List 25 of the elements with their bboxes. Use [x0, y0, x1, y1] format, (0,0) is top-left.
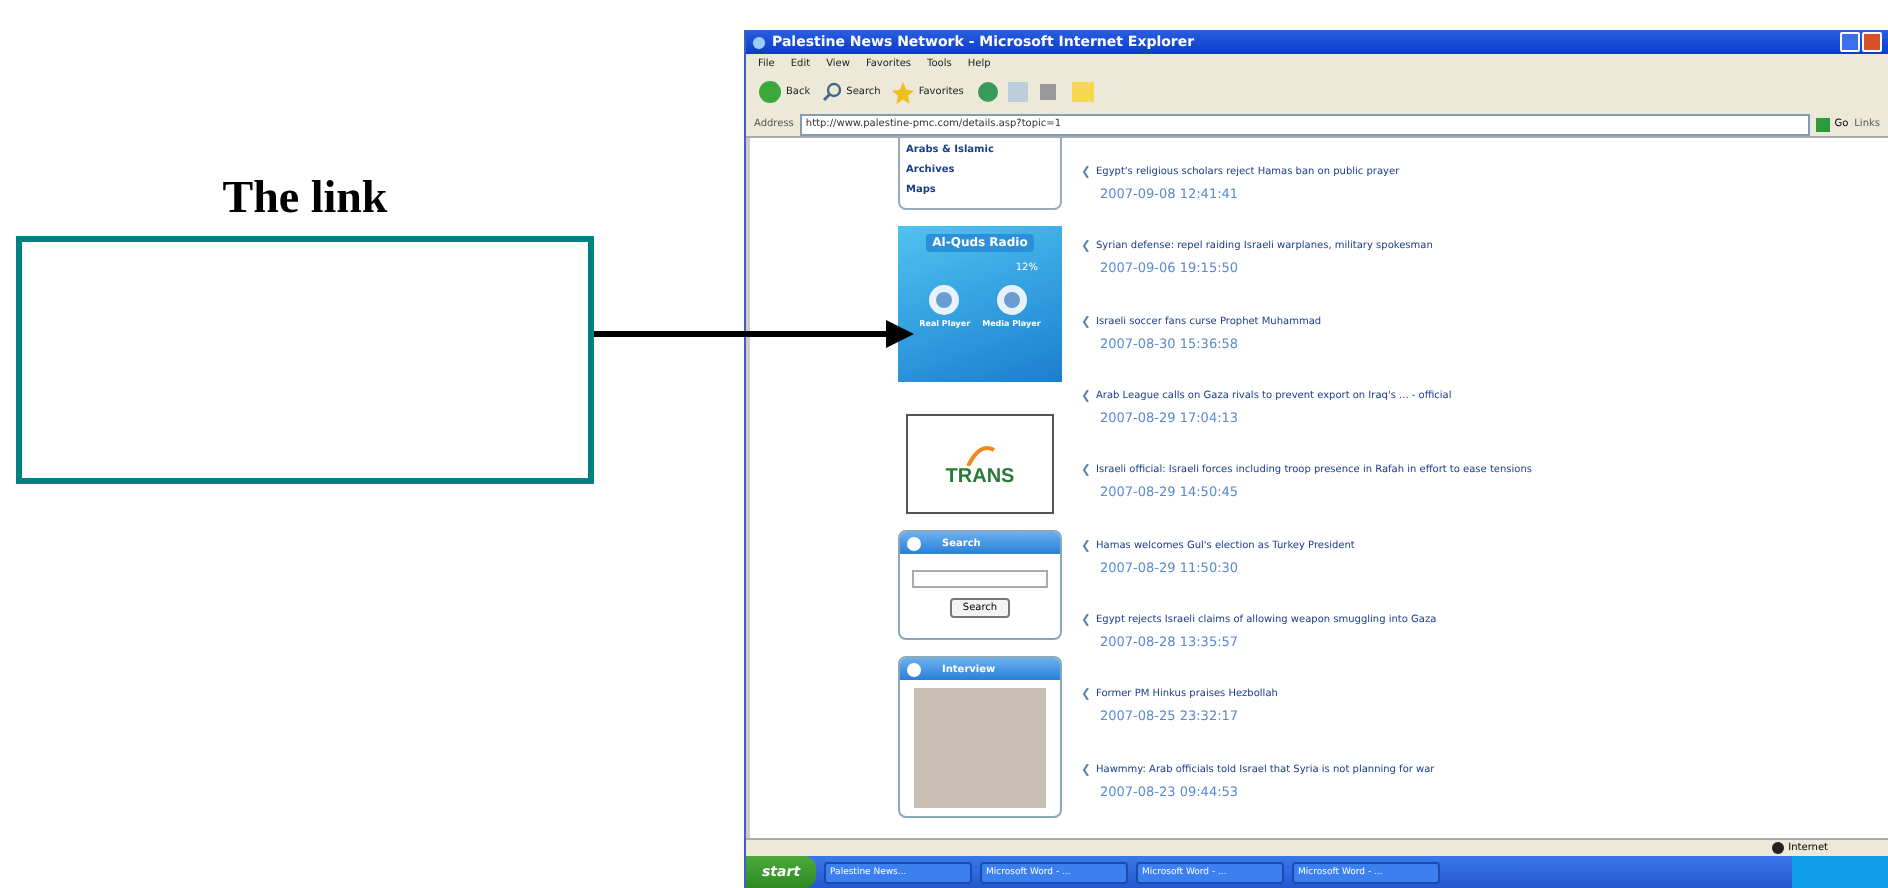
bullet-icon [1082, 763, 1090, 776]
close-button[interactable] [1862, 32, 1882, 52]
photo-placeholder [914, 688, 1046, 808]
search-field[interactable] [912, 570, 1048, 588]
bullet-icon [1082, 315, 1090, 328]
bullet-icon [1082, 539, 1090, 552]
logo-banner[interactable]: TRANS [906, 414, 1054, 514]
disc-icon [928, 284, 961, 316]
bullet-icon [1082, 389, 1090, 402]
search-icon [822, 82, 843, 102]
bullet-icon [1082, 166, 1090, 178]
caption: The link [220, 172, 390, 224]
bullet-icon [1082, 240, 1090, 253]
swoosh-icon [964, 441, 996, 465]
minimize-button[interactable] [1840, 32, 1860, 52]
circle-icon [906, 535, 922, 551]
system-tray [1792, 856, 1888, 888]
star-icon [892, 81, 915, 103]
toolbar-icons-drawing [975, 80, 1096, 104]
globe-icon [1772, 842, 1785, 854]
circle-icon [906, 661, 922, 677]
disc-icon [995, 284, 1028, 316]
bullet-icon [1082, 613, 1090, 626]
bullet-icon [1082, 688, 1090, 701]
bullet-icon [1082, 464, 1090, 477]
